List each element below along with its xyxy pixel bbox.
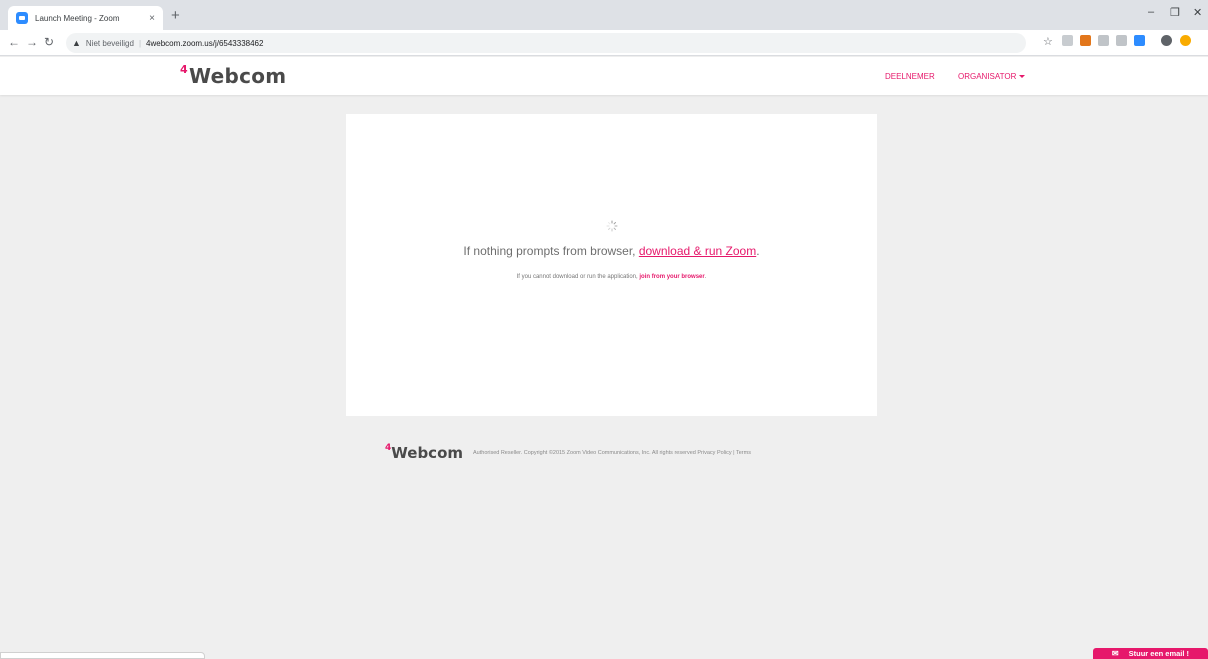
back-icon[interactable]: ←: [8, 35, 20, 49]
bookmark-star-icon[interactable]: ☆: [1043, 35, 1053, 49]
address-bar[interactable]: ▲ Niet beveiligd | 4webcom.zoom.us/j/654…: [66, 33, 1026, 53]
sub-period: .: [704, 274, 707, 280]
new-tab-button[interactable]: +: [171, 8, 180, 24]
browser-tabstrip: Launch Meeting - Zoom × + – ❐ ✕: [0, 0, 1208, 30]
footer-logo-superscript: 4: [385, 443, 392, 453]
footer-copyright: Authorised Reseller. Copyright ©2015 Zoo…: [473, 450, 751, 456]
tab-close-icon[interactable]: ×: [149, 13, 155, 24]
extension-icon[interactable]: [1062, 35, 1073, 46]
prompt-period: .: [756, 244, 760, 258]
metamask-extension-icon[interactable]: [1080, 35, 1091, 46]
zoom-favicon-icon: [16, 12, 28, 24]
tab-title: Launch Meeting - Zoom: [35, 13, 120, 23]
site-header: 4Webcom DEELNEMER ORGANISATOR: [0, 57, 1208, 95]
logo-superscript: 4: [180, 63, 188, 77]
zoom-extension-icon[interactable]: [1134, 35, 1145, 46]
prompt-text: If nothing prompts from browser,: [463, 244, 639, 258]
browser-tab[interactable]: Launch Meeting - Zoom ×: [8, 6, 163, 30]
loading-spinner-icon: [606, 220, 618, 232]
minimize-button[interactable]: –: [1148, 6, 1154, 18]
site-logo[interactable]: 4Webcom: [180, 63, 287, 88]
link-status-bar: [0, 652, 205, 659]
extension-icon[interactable]: [1116, 35, 1127, 46]
url-text: 4webcom.zoom.us/j/6543338462: [146, 38, 264, 48]
browser-toolbar: ← → ↻ ▲ Niet beveiligd | 4webcom.zoom.us…: [0, 30, 1208, 56]
warning-icon: ▲: [72, 38, 81, 48]
forward-icon[interactable]: →: [26, 35, 38, 49]
extension-icon[interactable]: [1098, 35, 1109, 46]
omnibox-divider: |: [138, 38, 142, 48]
send-email-label: Stuur een email !: [1128, 649, 1190, 658]
nav-participant-link[interactable]: DEELNEMER: [885, 72, 935, 81]
window-close-button[interactable]: ✕: [1193, 6, 1202, 19]
security-label: Niet beveiligd: [85, 38, 134, 48]
envelope-icon: ✉: [1111, 649, 1119, 658]
footer-logo-text: Webcom: [391, 444, 464, 462]
logo-text: Webcom: [188, 64, 287, 88]
restore-button[interactable]: ❐: [1170, 6, 1180, 19]
caret-down-icon: [1019, 75, 1026, 79]
launch-card: If nothing prompts from browser, downloa…: [346, 114, 877, 416]
browser-join-hint: If you cannot download or run the applic…: [346, 274, 877, 280]
nav-organizer-label: ORGANISATOR: [958, 72, 1017, 81]
launch-prompt: If nothing prompts from browser, downloa…: [346, 244, 877, 258]
update-badge-icon[interactable]: [1180, 35, 1191, 46]
reload-icon[interactable]: ↻: [44, 35, 54, 49]
send-email-button[interactable]: ✉ Stuur een email !: [1093, 648, 1208, 659]
sub-text: If you cannot download or run the applic…: [516, 274, 640, 280]
profile-avatar-icon[interactable]: [1161, 35, 1172, 46]
site-footer: 4Webcom Authorised Reseller. Copyright ©…: [385, 443, 751, 462]
join-from-browser-link[interactable]: join from your browser: [639, 274, 704, 280]
download-run-zoom-link[interactable]: download & run Zoom: [639, 244, 756, 258]
nav-organizer-menu[interactable]: ORGANISATOR: [958, 72, 1026, 81]
footer-logo: 4Webcom: [385, 443, 464, 462]
